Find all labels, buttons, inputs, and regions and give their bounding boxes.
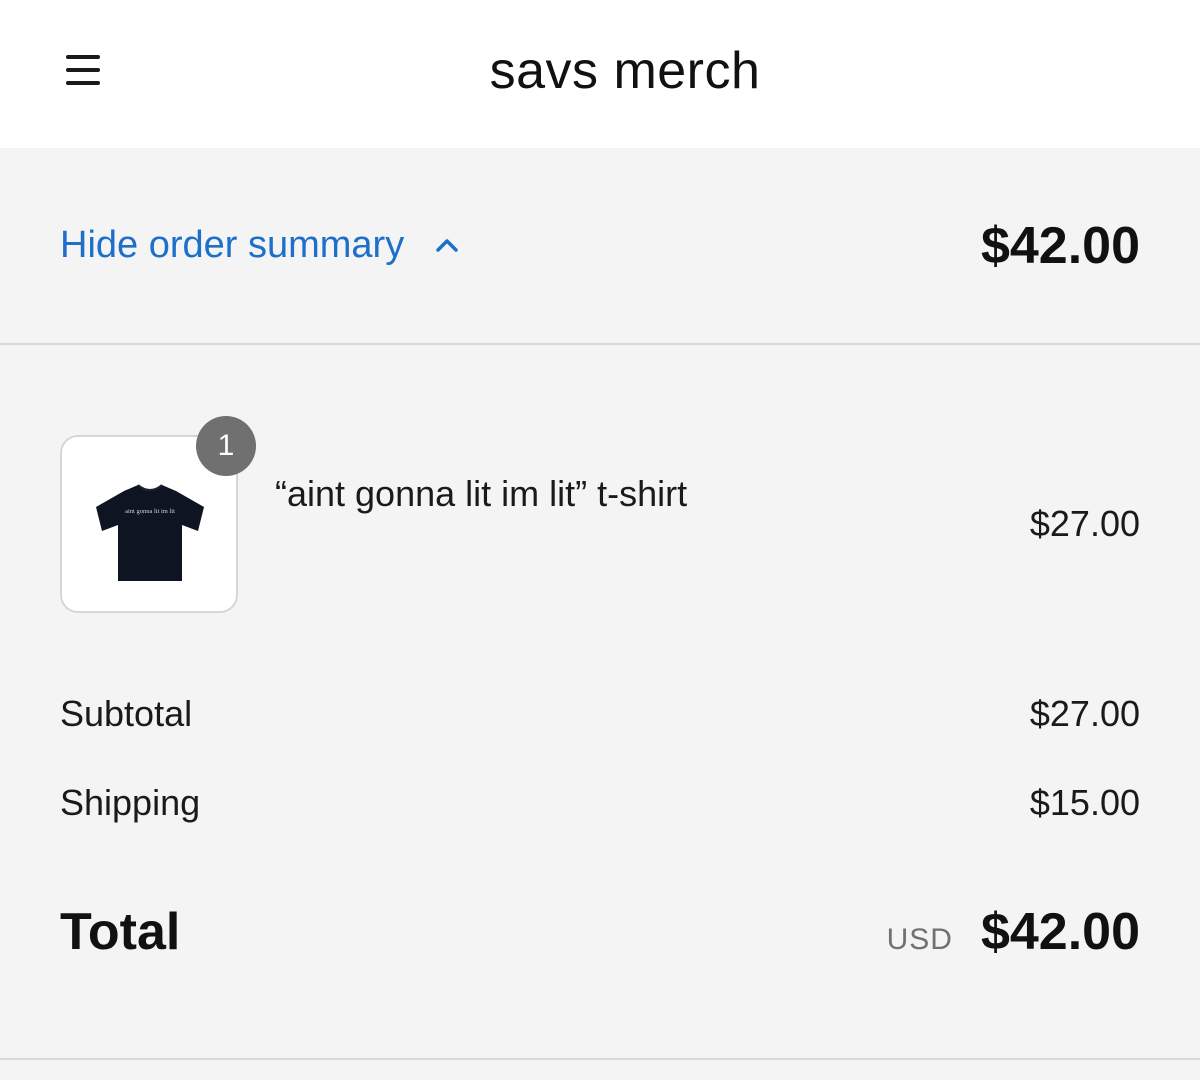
- divider: [0, 343, 1200, 345]
- summary-total: $42.00: [980, 217, 1140, 275]
- order-summary-toggle-label[interactable]: Hide order summary: [60, 222, 404, 268]
- shipping-label: Shipping: [60, 782, 201, 823]
- currency-code: USD: [886, 923, 953, 956]
- subtotal-label: Subtotal: [60, 693, 193, 734]
- total-amount: USD $42.00: [887, 902, 1140, 962]
- black-tshirt-thumbnail: aint gonna lit im lit: [96, 484, 204, 581]
- divider: [0, 1058, 1200, 1060]
- checkout-header: savs merch: [0, 0, 1200, 148]
- total-value: $42.00: [980, 903, 1140, 961]
- quantity-badge: 1: [196, 416, 256, 476]
- chevron-up-icon[interactable]: [432, 235, 462, 255]
- product-price: $27.00: [1029, 503, 1140, 544]
- shipping-value: $15.00: [1029, 782, 1140, 823]
- store-title[interactable]: savs merch: [0, 40, 1200, 102]
- shirt-print-text: aint gonna lit im lit: [125, 508, 175, 515]
- product-name: “aint gonna lit im lit” t-shirt: [275, 473, 688, 514]
- subtotal-value: $27.00: [1029, 693, 1140, 734]
- order-summary-toggle[interactable]: Hide order summary: [60, 222, 462, 268]
- total-label: Total: [60, 903, 181, 961]
